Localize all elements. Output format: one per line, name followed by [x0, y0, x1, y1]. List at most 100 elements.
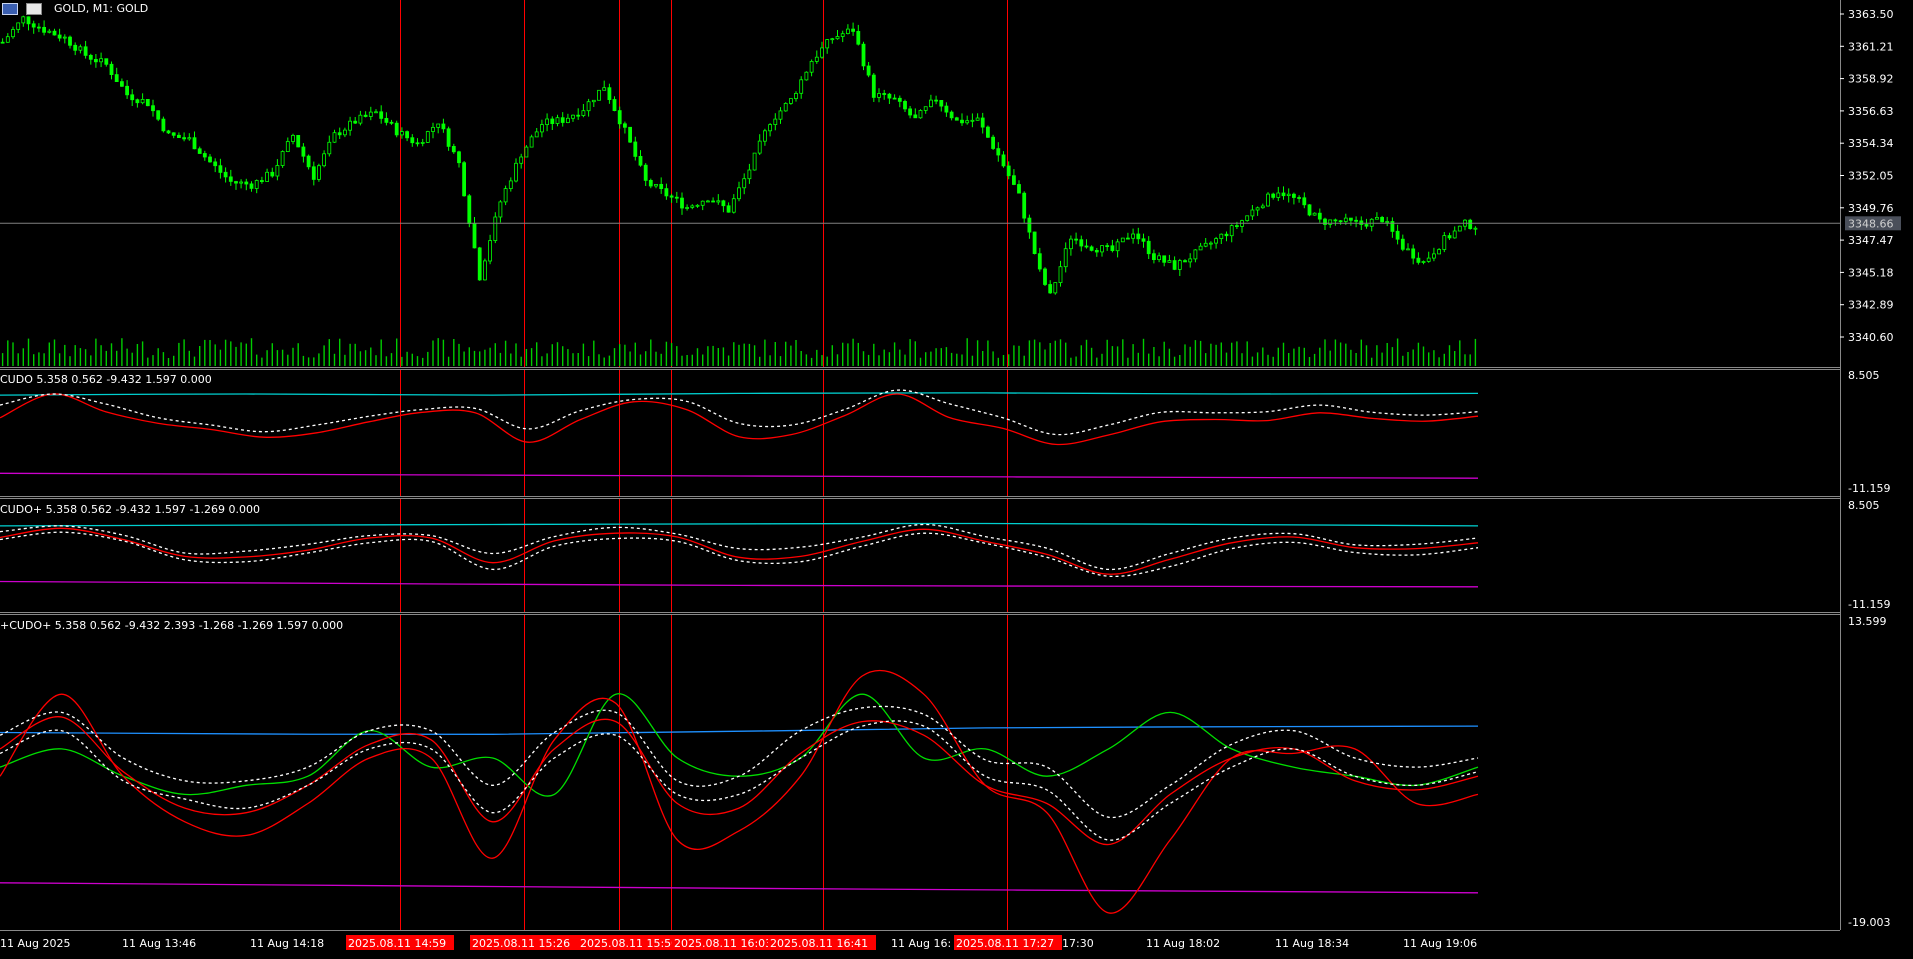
time-label: 11 Aug 16:: [891, 937, 951, 950]
candle-body: [695, 204, 700, 207]
candle-body: [130, 94, 135, 101]
candle-body: [68, 36, 72, 46]
candle-body: [114, 74, 119, 82]
candle-body: [202, 153, 207, 158]
time-label: 11 Aug 19:06: [1403, 937, 1477, 950]
candle-body: [1048, 284, 1053, 294]
candle-body: [1302, 197, 1307, 206]
candle-body: [270, 171, 275, 177]
candle-body: [773, 118, 778, 125]
candle-body: [21, 16, 26, 24]
price-tick-label: 3358.92: [1848, 73, 1894, 86]
magenta-level-line: [0, 882, 1479, 894]
candle-body: [368, 111, 373, 117]
candle-body: [1027, 217, 1032, 233]
candle-body: [908, 108, 912, 116]
cudo-plus-ymin-label: -11.159: [1848, 598, 1890, 611]
candle-body: [182, 137, 187, 140]
candle-body: [176, 134, 181, 139]
candle-body: [259, 180, 264, 183]
white-dotted-series-7: [0, 720, 1479, 841]
candle-body: [560, 117, 565, 123]
cudo-pane: [0, 390, 1479, 479]
cyan-level-line: [0, 522, 1479, 527]
candle-body: [1006, 165, 1011, 177]
candle-body: [1468, 219, 1473, 229]
candle-body: [394, 122, 399, 136]
candle-body: [550, 118, 555, 124]
cyan-level-line: [0, 392, 1479, 396]
candle-body: [109, 63, 114, 76]
candle-body: [939, 100, 944, 107]
candle-body: [1271, 193, 1276, 198]
candle-body: [384, 118, 389, 123]
one-click-trading-icon[interactable]: [26, 2, 42, 15]
chart-title: GOLD, M1: GOLD: [54, 2, 149, 15]
candle-body: [825, 39, 830, 49]
candle-body: [814, 56, 819, 62]
candle-body: [1385, 221, 1390, 223]
cudo-ymax-label: 8.505: [1848, 369, 1880, 382]
candle-body: [1447, 235, 1452, 239]
candle-body: [1250, 209, 1255, 217]
candle-body: [944, 105, 949, 113]
candle-body: [1411, 248, 1416, 259]
candle-body: [1157, 255, 1161, 261]
candle-body: [1260, 205, 1265, 209]
candle-body: [763, 130, 767, 142]
candle-body: [379, 111, 384, 119]
candle-body: [654, 183, 658, 187]
candle-body: [16, 22, 21, 30]
candle-body: [52, 30, 57, 36]
candle-body: [700, 200, 705, 206]
candle-body: [120, 81, 124, 87]
candle-body: [846, 28, 850, 35]
candle-body: [970, 119, 975, 122]
candle-body: [322, 153, 327, 167]
candle-body: [576, 114, 581, 117]
candle-body: [1131, 233, 1135, 239]
candle-body: [99, 58, 103, 63]
candle-body: [690, 205, 695, 208]
candle-body: [1395, 230, 1400, 240]
candle-body: [192, 137, 197, 150]
candle-body: [602, 87, 607, 91]
candle-body: [1069, 238, 1073, 250]
candle-body: [1297, 197, 1301, 199]
chart-menu-icon[interactable]: [2, 2, 18, 15]
candle-body: [301, 146, 306, 157]
candle-body: [353, 120, 358, 124]
candle-body: [1146, 240, 1151, 255]
candle-body: [1188, 258, 1193, 263]
price-tick-label: 3340.60: [1848, 331, 1894, 344]
candle-body: [1141, 238, 1146, 242]
candle-body: [1219, 233, 1224, 239]
candle-body: [31, 23, 36, 28]
candle-body: [1421, 261, 1426, 263]
price-tick-label: 3345.18: [1848, 266, 1894, 279]
candle-body: [571, 114, 575, 119]
chart-window[interactable]: 3363.50 3361.21 3358.92 3356.63 3354.34 3352.…: [0, 0, 1913, 955]
candle-body: [187, 137, 192, 140]
candle-body: [265, 171, 270, 182]
candle-body: [477, 247, 482, 281]
candle-body: [1437, 249, 1441, 255]
candle-body: [534, 131, 539, 138]
red-vertical-markers: [400, 0, 1008, 930]
candle-body: [1235, 225, 1239, 228]
candle-body: [1100, 245, 1104, 253]
chart-canvas[interactable]: 3363.50 3361.21 3358.92 3356.63 3354.34 3352.…: [0, 0, 1913, 955]
current-price-label: 3348.66: [1848, 217, 1894, 230]
cudo-plus-pane: [0, 522, 1479, 588]
candle-body: [586, 101, 591, 112]
candle-body: [1074, 238, 1078, 241]
candle-body: [742, 178, 747, 189]
candle-body: [934, 99, 938, 102]
candle-body: [913, 114, 918, 119]
candle-body: [581, 110, 586, 116]
time-label: 17:30: [1062, 937, 1094, 950]
candle-body: [1094, 249, 1099, 253]
candlesticks: [0, 15, 1840, 295]
candle-body: [244, 181, 249, 185]
candle-body: [1012, 175, 1016, 185]
